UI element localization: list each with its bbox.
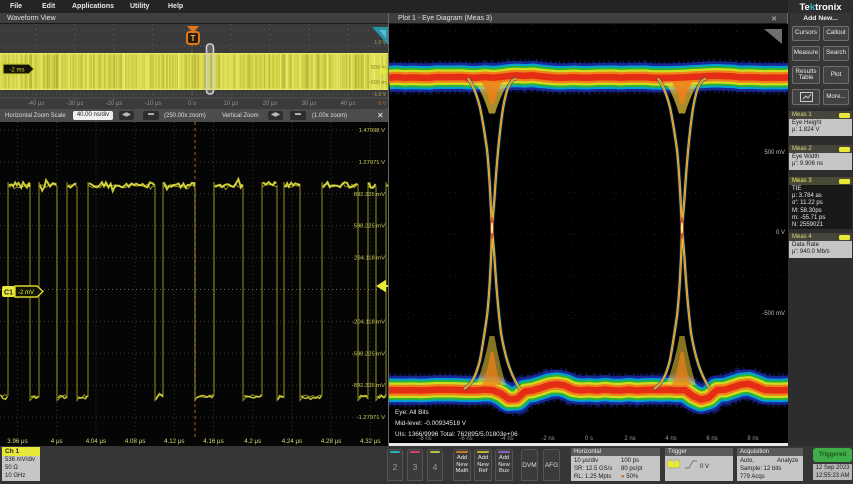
svg-text:4.32 μs: 4.32 μs — [360, 438, 380, 445]
svg-text:8 ns: 8 ns — [747, 436, 758, 442]
svg-text:0 s: 0 s — [188, 101, 196, 107]
svg-text:-2 ms: -2 ms — [10, 68, 25, 74]
svg-text:3.96 μs: 3.96 μs — [7, 438, 27, 445]
svg-text:-30 μs: -30 μs — [67, 101, 84, 107]
svg-text:-204.118 mV: -204.118 mV — [352, 319, 385, 325]
svg-text:4.16 μs: 4.16 μs — [203, 438, 223, 445]
svg-text:-8 ns: -8 ns — [418, 436, 431, 442]
svg-text:4.12 μs: 4.12 μs — [164, 438, 184, 445]
svg-text:4.24 μs: 4.24 μs — [282, 438, 302, 445]
svg-text:-892.335 mV: -892.335 mV — [352, 383, 385, 389]
svg-text:20 μs: 20 μs — [263, 101, 278, 107]
svg-text:1.0 V: 1.0 V — [374, 40, 386, 46]
svg-text:4.2 μs: 4.2 μs — [244, 438, 261, 445]
svg-text:-4 ns: -4 ns — [500, 436, 513, 442]
svg-text:-6 ns: -6 ns — [459, 436, 472, 442]
svg-text:598.225 mV: 598.225 mV — [354, 224, 385, 230]
svg-text:10 μs: 10 μs — [224, 101, 239, 107]
svg-text:40 μs: 40 μs — [341, 101, 356, 107]
svg-text:-10 μs: -10 μs — [145, 101, 162, 107]
svg-text:Mid-level: -0.00934518 V: Mid-level: -0.00934518 V — [395, 420, 467, 427]
svg-text:6 ns: 6 ns — [706, 436, 717, 442]
svg-text:4.28 μs: 4.28 μs — [321, 438, 341, 445]
svg-text:0 s: 0 s — [585, 436, 593, 442]
svg-text:1.27971 V: 1.27971 V — [359, 160, 386, 166]
svg-text:-500 mV: -500 mV — [762, 311, 785, 317]
svg-text:-2 ns: -2 ns — [541, 436, 554, 442]
svg-text:0 V: 0 V — [378, 101, 386, 107]
svg-text:1.47998 V: 1.47998 V — [359, 128, 386, 134]
svg-text:4.04 μs: 4.04 μs — [86, 438, 106, 445]
svg-text:0 V: 0 V — [776, 230, 785, 236]
svg-text:-598.225 mV: -598.225 mV — [352, 351, 385, 357]
svg-text:500 mV: 500 mV — [764, 150, 785, 156]
svg-text:294.118 mV: 294.118 mV — [354, 256, 385, 262]
svg-text:C1: C1 — [4, 290, 13, 297]
svg-text:2 ns: 2 ns — [624, 436, 635, 442]
svg-text:T: T — [191, 34, 196, 43]
svg-text:-1.0 V: -1.0 V — [373, 92, 387, 98]
svg-text:-1.27971 V: -1.27971 V — [357, 415, 385, 421]
svg-text:892.335 mV: 892.335 mV — [354, 192, 385, 198]
svg-text:-20 μs: -20 μs — [106, 101, 123, 107]
svg-text:30 μs: 30 μs — [302, 101, 317, 107]
svg-text:4.08 μs: 4.08 μs — [125, 438, 145, 445]
svg-text:4 ns: 4 ns — [665, 436, 676, 442]
svg-text:4 μs: 4 μs — [51, 438, 63, 445]
svg-text:-2 mV: -2 mV — [18, 290, 34, 296]
svg-text:-500 m: -500 m — [369, 80, 387, 86]
svg-text:Eye: All Bits: Eye: All Bits — [395, 409, 429, 416]
svg-text:-40 μs: -40 μs — [28, 101, 45, 107]
svg-text:0 V: 0 V — [700, 464, 709, 470]
